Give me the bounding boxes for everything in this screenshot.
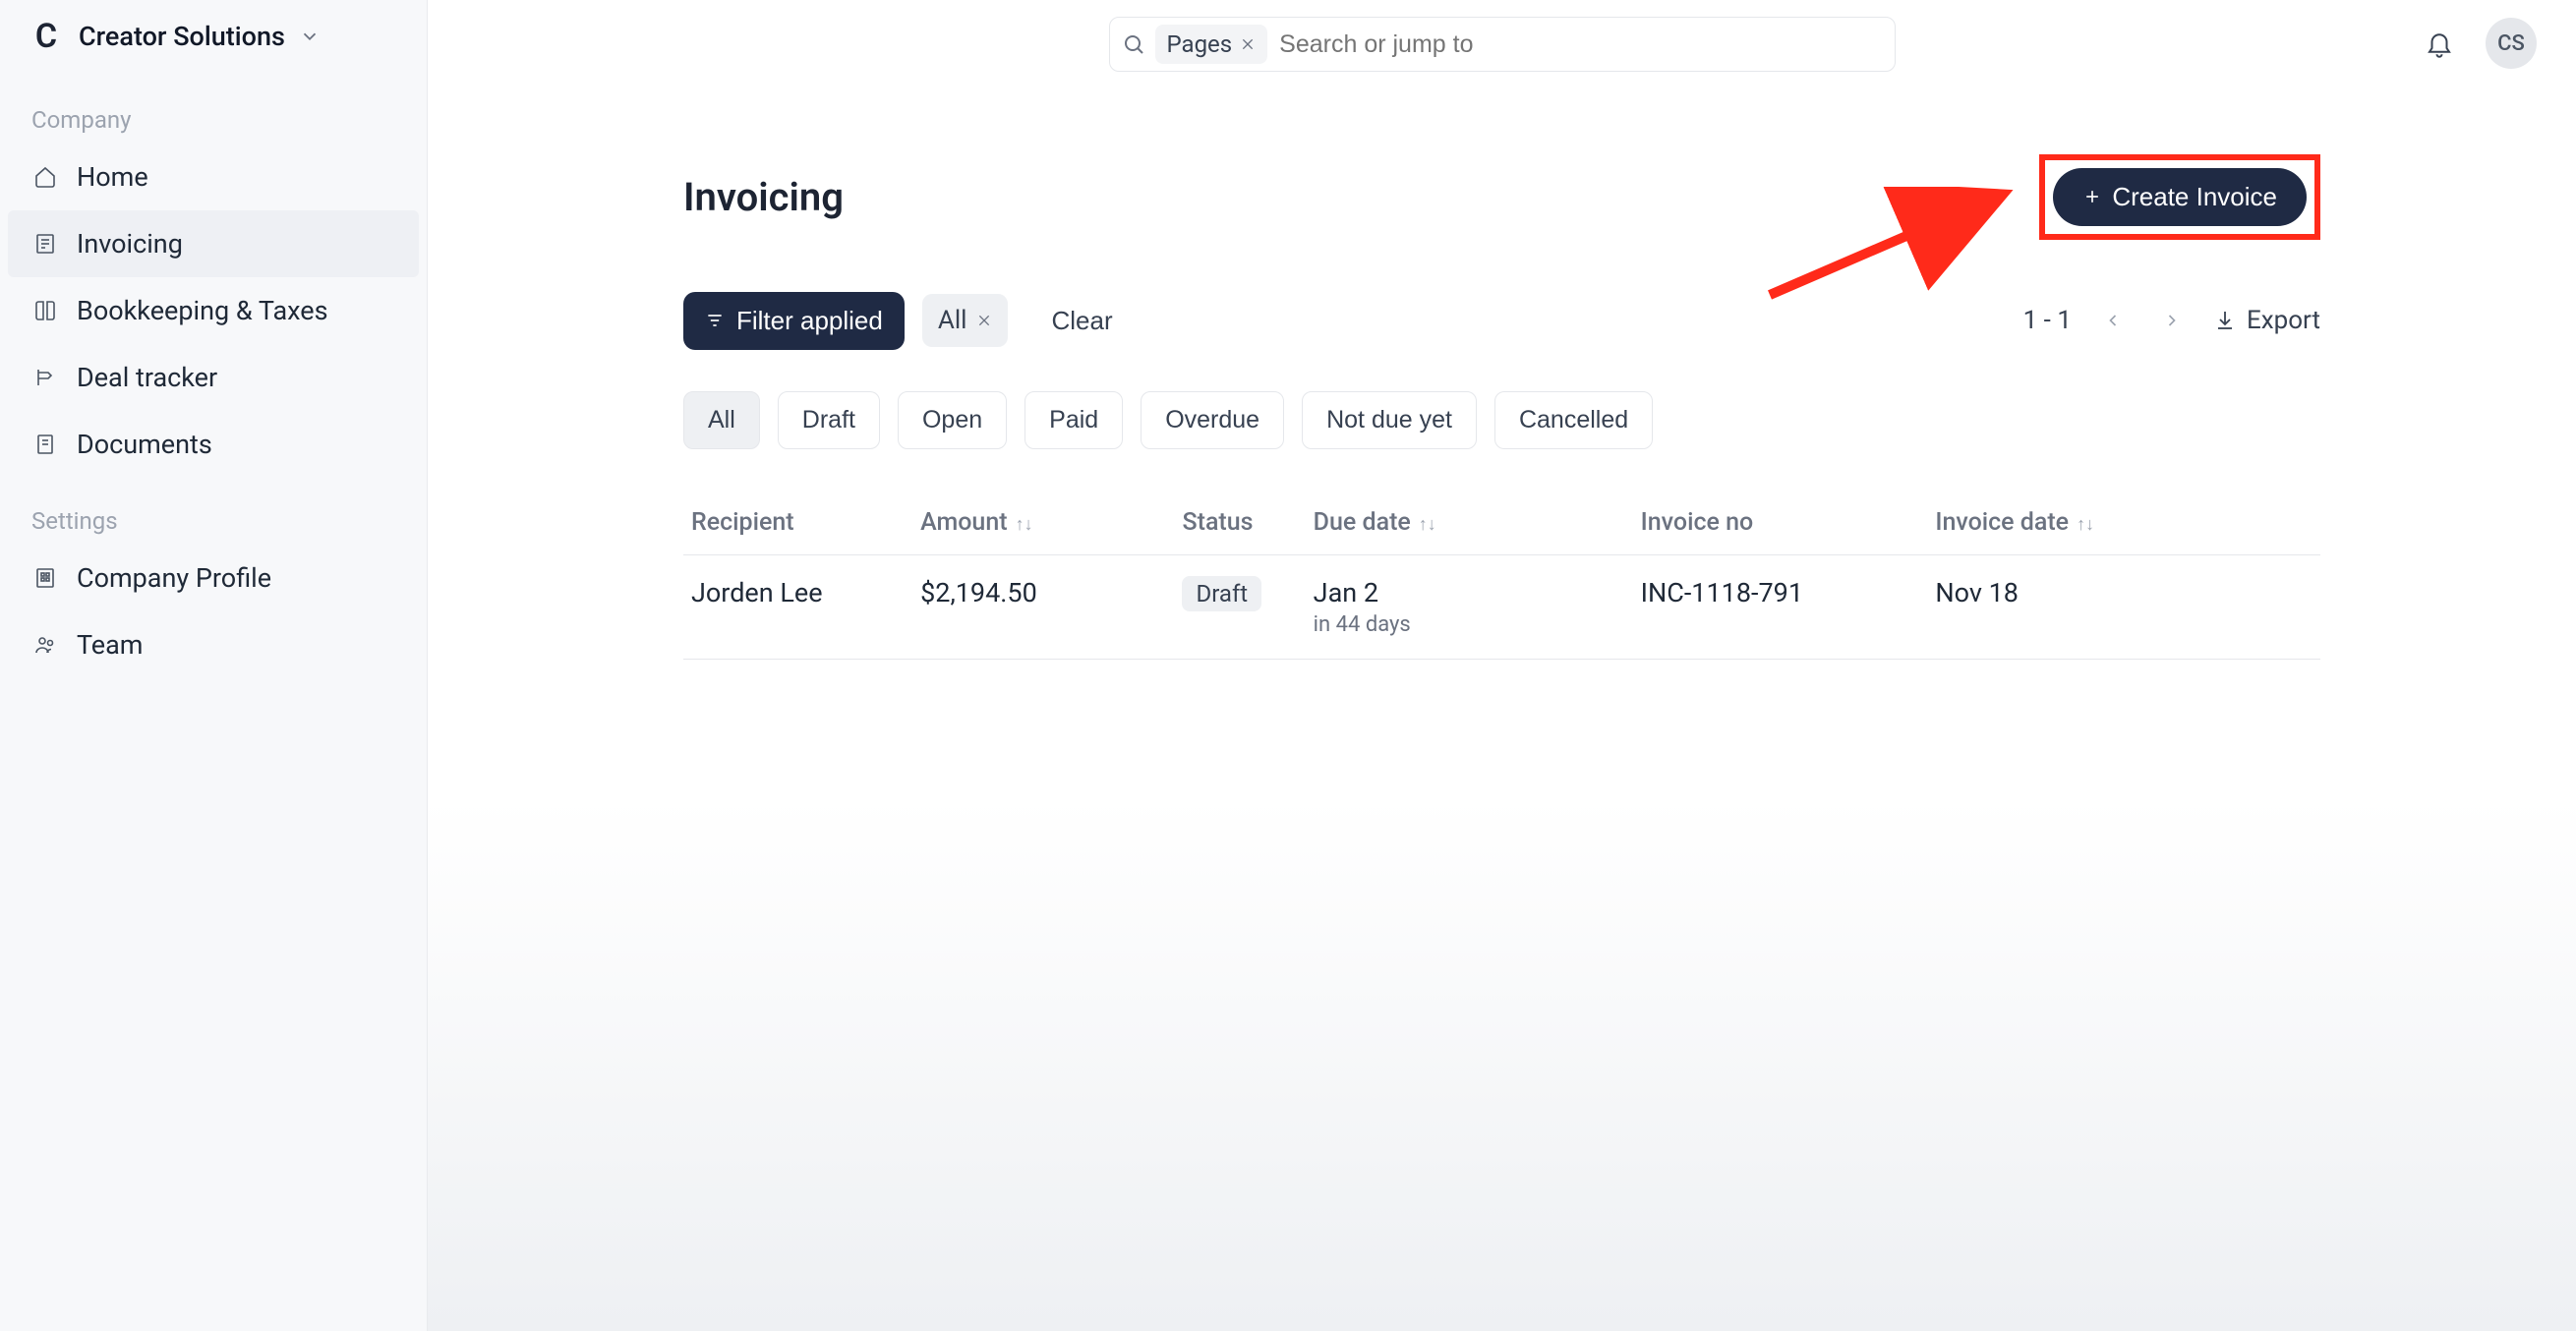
sidebar: C Creator Solutions Company Home Invoici… [0, 0, 428, 1331]
status-badge: Draft [1182, 576, 1261, 611]
status-tab-draft[interactable]: Draft [778, 391, 880, 449]
status-tab-all[interactable]: All [683, 391, 760, 449]
sidebar-item-label: Bookkeeping & Taxes [77, 295, 328, 326]
sidebar-item-documents[interactable]: Documents [0, 411, 427, 478]
cell-status: Draft [1174, 554, 1305, 659]
filter-applied-label: Filter applied [736, 306, 883, 336]
sidebar-item-label: Company Profile [77, 562, 271, 594]
book-icon [31, 299, 59, 322]
sidebar-item-bookkeeping[interactable]: Bookkeeping & Taxes [0, 277, 427, 344]
sort-icon: ↑↓ [1016, 514, 1033, 535]
create-invoice-highlight: Create Invoice [2039, 154, 2320, 240]
sidebar-item-label: Documents [77, 429, 212, 460]
main-content: Invoicing Create Invoice Filter applied … [428, 88, 2576, 1331]
pager-prev-button[interactable] [2095, 305, 2131, 336]
sidebar-item-label: Team [77, 629, 144, 661]
chip-label: Pages [1167, 30, 1233, 58]
sidebar-item-label: Home [77, 161, 148, 193]
sidebar-item-label: Deal tracker [77, 362, 217, 393]
sort-icon: ↑↓ [1419, 514, 1436, 535]
create-invoice-label: Create Invoice [2112, 182, 2277, 212]
sidebar-item-home[interactable]: Home [0, 144, 427, 210]
page-title: Invoicing [683, 174, 844, 220]
col-invoice-no[interactable]: Invoice no [1633, 491, 1928, 555]
org-switcher[interactable]: C Creator Solutions [0, 12, 427, 77]
export-button[interactable]: Export [2213, 306, 2320, 335]
download-icon [2213, 309, 2237, 332]
col-due-date[interactable]: Due date↑↓ [1306, 491, 1633, 555]
cell-amount: $2,194.50 [912, 554, 1174, 659]
col-recipient[interactable]: Recipient [683, 491, 912, 555]
notifications-icon[interactable] [2425, 29, 2454, 58]
sidebar-item-team[interactable]: Team [0, 611, 427, 678]
search-scope-chip[interactable]: Pages [1155, 25, 1268, 64]
sidebar-section-company: Company [0, 77, 427, 144]
search-input[interactable] [1277, 29, 1882, 60]
export-label: Export [2247, 306, 2320, 335]
close-icon[interactable] [1240, 36, 1256, 52]
org-name: Creator Solutions [79, 21, 285, 52]
cell-invoice-date: Nov 18 [1927, 554, 2320, 659]
team-icon [31, 633, 59, 657]
documents-icon [31, 433, 59, 456]
chevron-down-icon [299, 26, 321, 47]
search-icon [1122, 32, 1145, 56]
cell-due-date: Jan 2 in 44 days [1306, 554, 1633, 659]
company-icon [31, 566, 59, 590]
org-logo: C [28, 18, 65, 55]
filter-icon [705, 311, 725, 330]
cell-invoice-no: INC-1118-791 [1633, 554, 1928, 659]
sidebar-item-label: Invoicing [77, 228, 183, 260]
clear-filters-button[interactable]: Clear [1045, 305, 1118, 337]
plus-icon [2082, 187, 2102, 206]
search-box[interactable]: Pages [1109, 17, 1896, 72]
col-invoice-date[interactable]: Invoice date↑↓ [1927, 491, 2320, 555]
cell-recipient: Jorden Lee [683, 554, 912, 659]
close-icon[interactable] [976, 313, 992, 328]
status-tab-overdue[interactable]: Overdue [1141, 391, 1284, 449]
table-row[interactable]: Jorden Lee $2,194.50 Draft Jan 2 in 44 d… [683, 554, 2320, 659]
sidebar-section-settings: Settings [0, 478, 427, 545]
status-tab-open[interactable]: Open [898, 391, 1007, 449]
sidebar-item-deal-tracker[interactable]: Deal tracker [0, 344, 427, 411]
col-amount[interactable]: Amount↑↓ [912, 491, 1174, 555]
filter-chip-all[interactable]: All [922, 294, 1009, 347]
filter-chip-label: All [938, 306, 967, 335]
status-tab-cancelled[interactable]: Cancelled [1494, 391, 1653, 449]
deal-icon [31, 366, 59, 389]
sort-icon: ↑↓ [2077, 514, 2094, 535]
status-tab-paid[interactable]: Paid [1025, 391, 1123, 449]
pager-next-button[interactable] [2154, 305, 2190, 336]
col-status[interactable]: Status [1174, 491, 1305, 555]
pagination-range: 1 - 1 [2023, 306, 2072, 335]
create-invoice-button[interactable]: Create Invoice [2053, 168, 2307, 226]
home-icon [31, 165, 59, 189]
status-tabs: All Draft Open Paid Overdue Not due yet … [683, 391, 2320, 449]
sidebar-item-company-profile[interactable]: Company Profile [0, 545, 427, 611]
sidebar-item-invoicing[interactable]: Invoicing [8, 210, 419, 277]
avatar[interactable]: CS [2486, 18, 2537, 69]
status-tab-not-due[interactable]: Not due yet [1302, 391, 1477, 449]
due-subtext: in 44 days [1314, 612, 1625, 637]
topbar: Pages CS [428, 0, 2576, 88]
invoice-icon [31, 232, 59, 256]
invoice-table: Recipient Amount↑↓ Status Due date↑↓ Inv… [683, 491, 2320, 660]
filter-applied-button[interactable]: Filter applied [683, 292, 905, 350]
